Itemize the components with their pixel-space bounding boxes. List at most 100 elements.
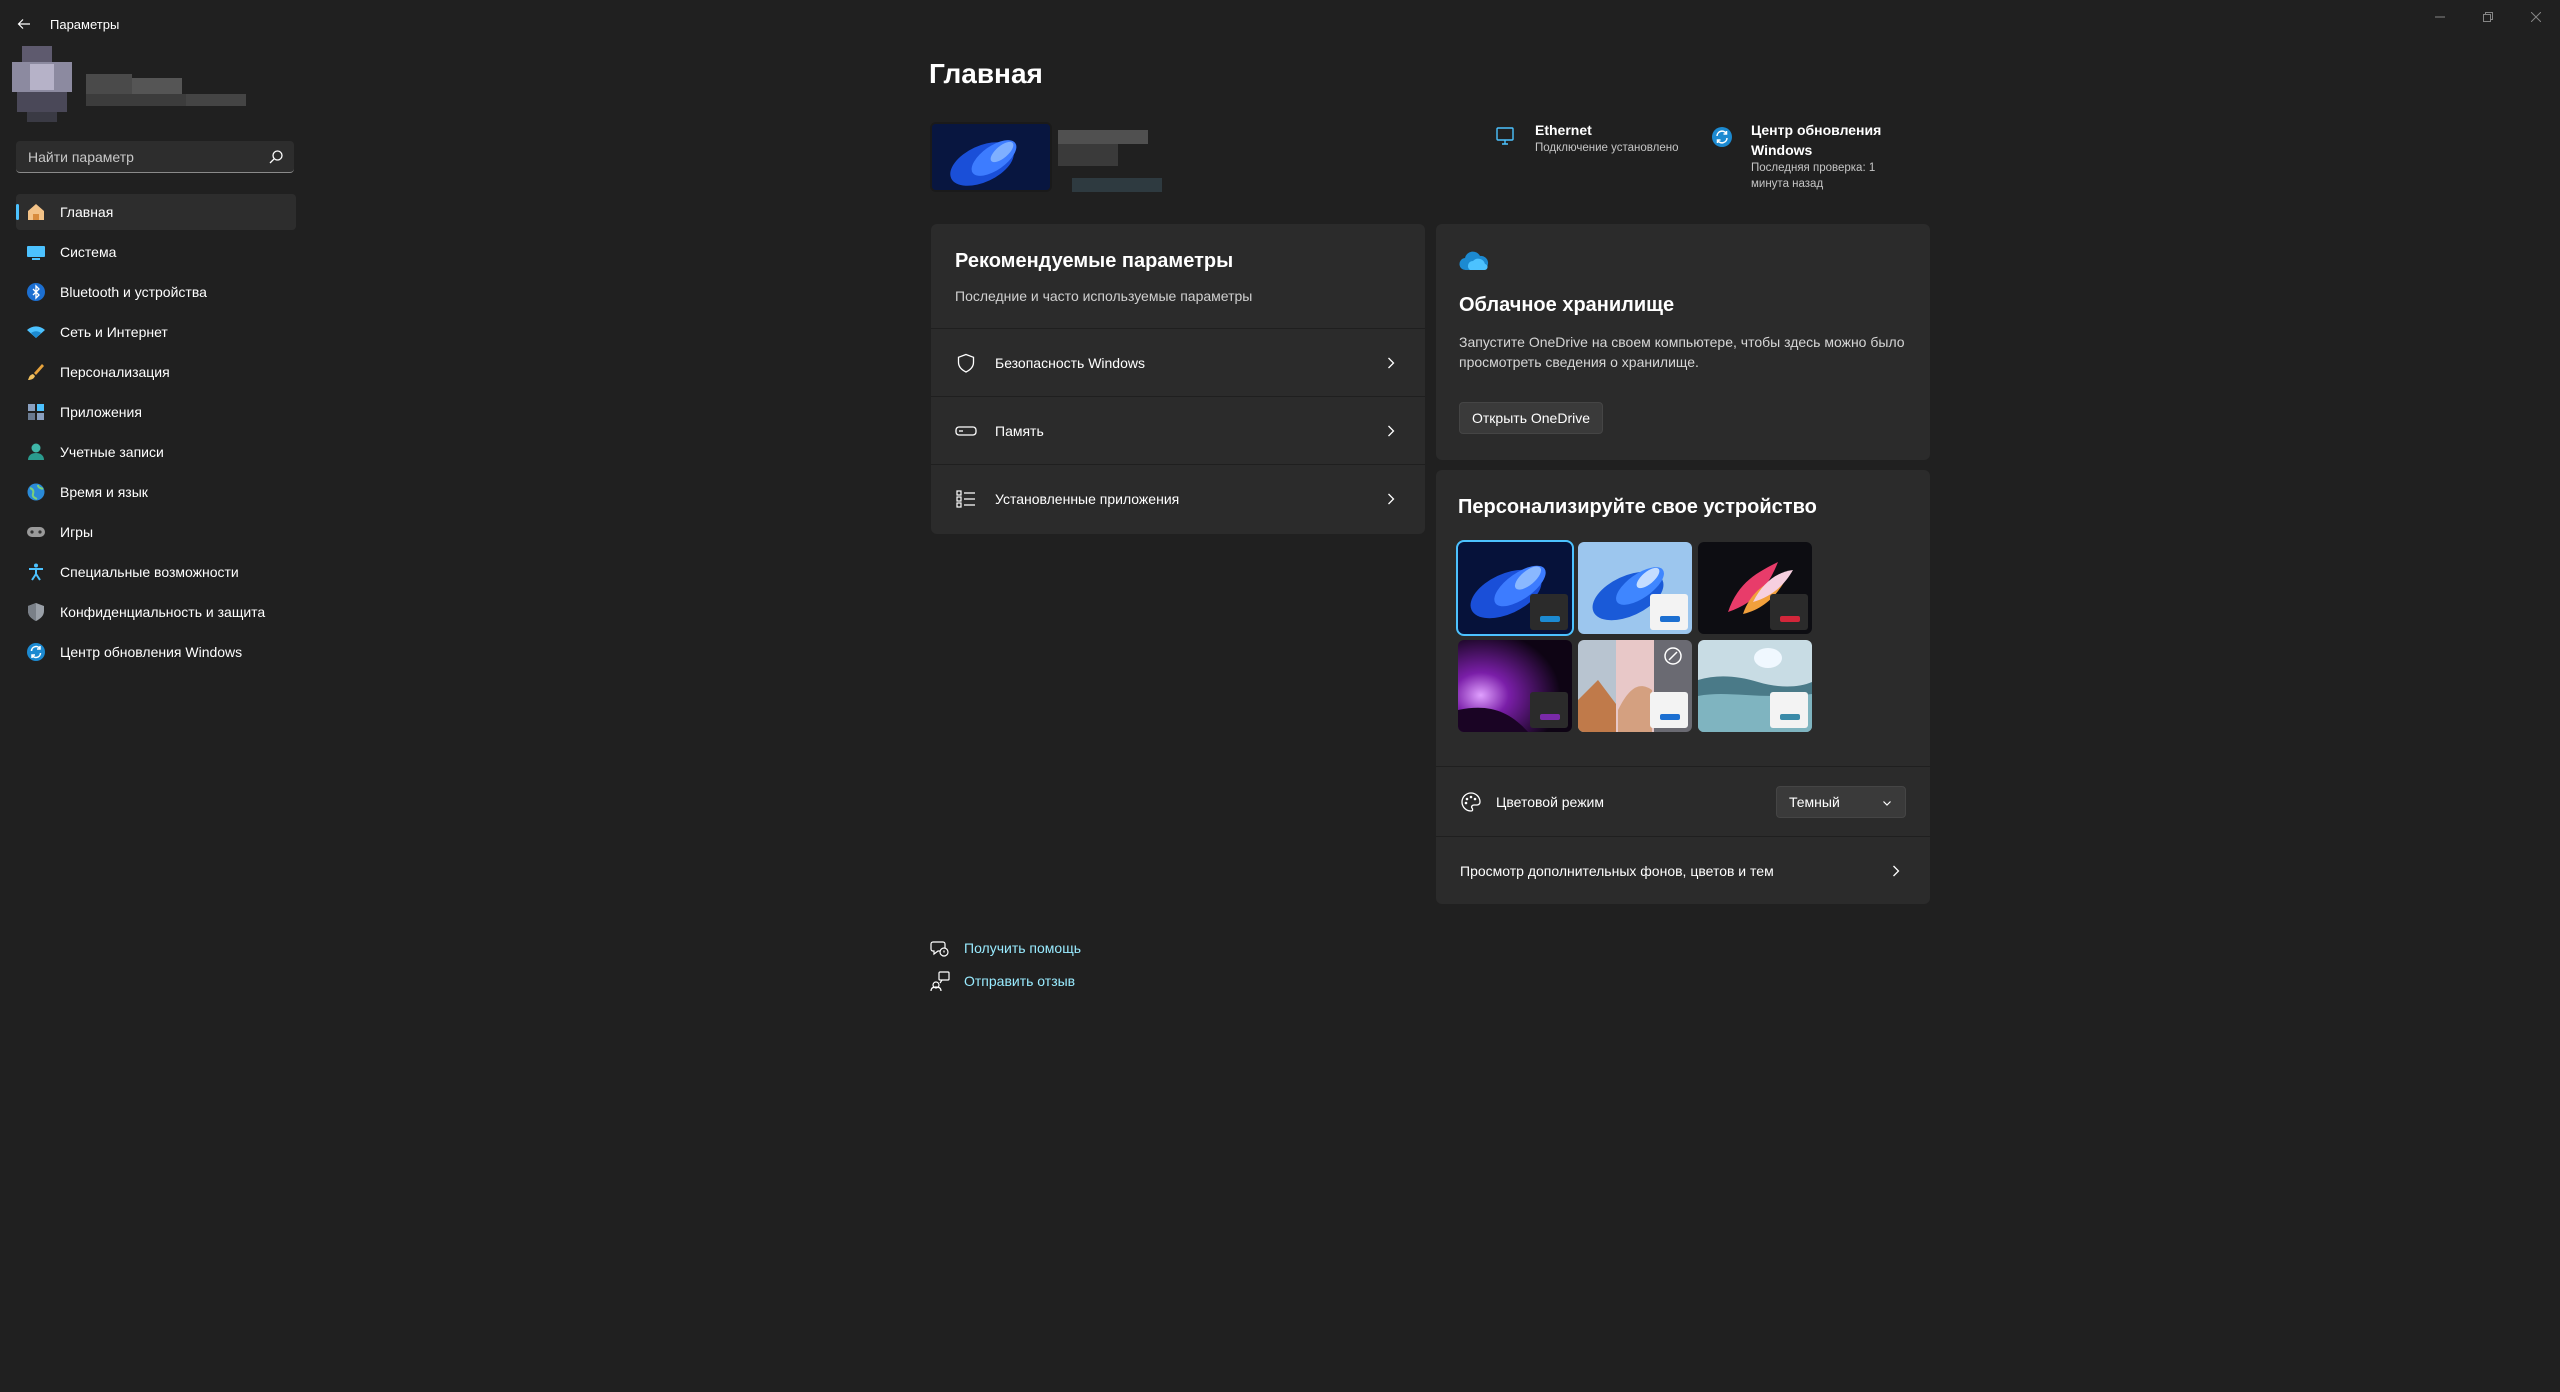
- recommended-item-label: Память: [995, 422, 1044, 439]
- color-mode-row: Цветовой режим Темный: [1436, 766, 1930, 836]
- ethernet-icon: [1496, 127, 1514, 145]
- sidebar-item-privacy[interactable]: Конфиденциальность и защита: [16, 594, 296, 630]
- sidebar-item-home[interactable]: Главная: [16, 194, 296, 230]
- chevron-right-icon: [1893, 865, 1900, 876]
- open-onedrive-button[interactable]: Открыть OneDrive: [1459, 402, 1604, 434]
- onedrive-cloud-icon: [1459, 251, 1489, 271]
- restore-icon: [2483, 12, 2493, 22]
- sidebar-nav: Главная Система Bluetooth и устройства С…: [16, 194, 296, 674]
- shield-icon: [26, 602, 46, 622]
- back-button[interactable]: [10, 10, 38, 38]
- sidebar-item-system[interactable]: Система: [16, 234, 296, 270]
- sidebar-item-network[interactable]: Сеть и Интернет: [16, 314, 296, 350]
- sidebar-item-label: Центр обновления Windows: [60, 644, 243, 660]
- globe-icon: [26, 482, 46, 502]
- close-icon: [2531, 12, 2541, 22]
- back-arrow-icon: [17, 19, 30, 29]
- theme-tile-windows-light[interactable]: [1578, 542, 1692, 634]
- sidebar-item-label: Игры: [60, 524, 94, 540]
- send-feedback-link[interactable]: Отправить отзыв: [930, 971, 1075, 991]
- theme-tile-flow[interactable]: [1698, 640, 1812, 732]
- color-mode-label: Цветовой режим: [1496, 793, 1605, 810]
- theme-tile-captured-motion[interactable]: [1458, 640, 1572, 732]
- cloud-storage-title: Облачное хранилище: [1459, 294, 1675, 316]
- update-subtitle: Последняя проверка: 1 минута назад: [1751, 162, 1876, 190]
- chevron-down-icon: [1883, 800, 1891, 806]
- accessibility-icon: [26, 562, 46, 582]
- search-input[interactable]: [28, 141, 258, 172]
- wifi-icon: [26, 322, 46, 342]
- sidebar-item-accounts[interactable]: Учетные записи: [16, 434, 296, 470]
- color-mode-dropdown[interactable]: Темный: [1776, 785, 1906, 818]
- device-wallpaper-thumbnail[interactable]: [930, 122, 1052, 192]
- ethernet-subtitle: Подключение установлено: [1535, 142, 1679, 154]
- bluetooth-icon: [26, 282, 46, 302]
- recommended-item-installed-apps[interactable]: Установленные приложения: [931, 464, 1425, 532]
- sidebar-item-label: Система: [60, 244, 117, 260]
- feedback-icon: [930, 971, 950, 991]
- sidebar-item-gaming[interactable]: Игры: [16, 514, 296, 550]
- recommended-subtitle: Последние и часто используемые параметры: [955, 288, 1253, 304]
- page-title: Главная: [929, 58, 1043, 89]
- help-chat-icon: [930, 941, 949, 957]
- personalize-title: Персонализируйте свое устройство: [1458, 496, 1817, 518]
- storage-icon: [955, 420, 977, 442]
- send-feedback-label: Отправить отзыв: [964, 973, 1076, 989]
- search-box[interactable]: [16, 141, 294, 173]
- chevron-right-icon: [1388, 493, 1395, 504]
- sidebar-item-label: Сеть и Интернет: [60, 324, 168, 340]
- palette-icon: [1461, 791, 1481, 812]
- sidebar-item-label: Учетные записи: [60, 444, 164, 460]
- update-icon: [1712, 127, 1732, 147]
- sidebar-item-personalization[interactable]: Персонализация: [16, 354, 296, 390]
- more-backgrounds-label: Просмотр дополнительных фонов, цветов и …: [1460, 862, 1774, 879]
- update-icon: [26, 642, 46, 662]
- recommended-title: Рекомендуемые параметры: [955, 250, 1234, 272]
- user-profile[interactable]: [12, 46, 262, 122]
- sidebar-item-label: Приложения: [60, 404, 142, 420]
- recommended-item-label: Безопасность Windows: [995, 354, 1145, 371]
- search-icon[interactable]: [268, 149, 284, 165]
- app-title: Параметры: [50, 17, 120, 32]
- brush-icon: [26, 362, 46, 382]
- shield-outline-icon: [955, 352, 977, 374]
- get-help-label: Получить помощь: [964, 940, 1082, 956]
- sidebar-item-windows-update[interactable]: Центр обновления Windows: [16, 634, 296, 670]
- sidebar-item-time-language[interactable]: Время и язык: [16, 474, 296, 510]
- home-icon: [26, 202, 46, 222]
- minimize-button[interactable]: [2416, 0, 2464, 34]
- sidebar-item-label: Специальные возможности: [60, 564, 239, 580]
- recommended-item-label: Установленные приложения: [995, 490, 1180, 507]
- list-icon: [955, 488, 977, 510]
- sidebar-item-label: Bluetooth и устройства: [60, 284, 207, 300]
- title-bar: Параметры: [0, 0, 2560, 48]
- recommended-settings-card: Рекомендуемые параметры Последние и част…: [931, 224, 1425, 534]
- recommended-item-windows-security[interactable]: Безопасность Windows: [931, 328, 1425, 396]
- gamepad-icon: [26, 522, 46, 542]
- theme-tile-spotlight[interactable]: [1578, 640, 1692, 732]
- restore-button[interactable]: [2464, 0, 2512, 34]
- sidebar-item-apps[interactable]: Приложения: [16, 394, 296, 430]
- recommended-item-storage[interactable]: Память: [931, 396, 1425, 464]
- avatar: [12, 46, 72, 122]
- sidebar-item-label: Конфиденциальность и защита: [60, 604, 266, 620]
- sidebar-item-label: Главная: [60, 204, 114, 220]
- system-icon: [26, 242, 46, 262]
- minimize-icon: [2435, 16, 2445, 18]
- cloud-storage-card: Облачное хранилище Запустите OneDrive на…: [1436, 224, 1930, 460]
- update-title: Центр обновления Windows: [1751, 122, 1882, 158]
- theme-tile-glow[interactable]: [1698, 542, 1812, 634]
- personalize-card: Персонализируйте свое устройство Цветово…: [1436, 470, 1930, 904]
- color-mode-value: Темный: [1789, 793, 1840, 810]
- ethernet-title: Ethernet: [1535, 122, 1592, 138]
- get-help-link[interactable]: Получить помощь: [930, 938, 1081, 958]
- sidebar-item-label: Персонализация: [60, 364, 170, 380]
- close-button[interactable]: [2512, 0, 2560, 34]
- cloud-storage-description: Запустите OneDrive на своем компьютере, …: [1459, 334, 1905, 370]
- chevron-right-icon: [1388, 425, 1395, 436]
- sidebar-item-bluetooth[interactable]: Bluetooth и устройства: [16, 274, 296, 310]
- more-backgrounds-link[interactable]: Просмотр дополнительных фонов, цветов и …: [1436, 836, 1930, 904]
- account-icon: [26, 442, 46, 462]
- theme-tile-windows-dark[interactable]: [1456, 540, 1574, 636]
- sidebar-item-accessibility[interactable]: Специальные возможности: [16, 554, 296, 590]
